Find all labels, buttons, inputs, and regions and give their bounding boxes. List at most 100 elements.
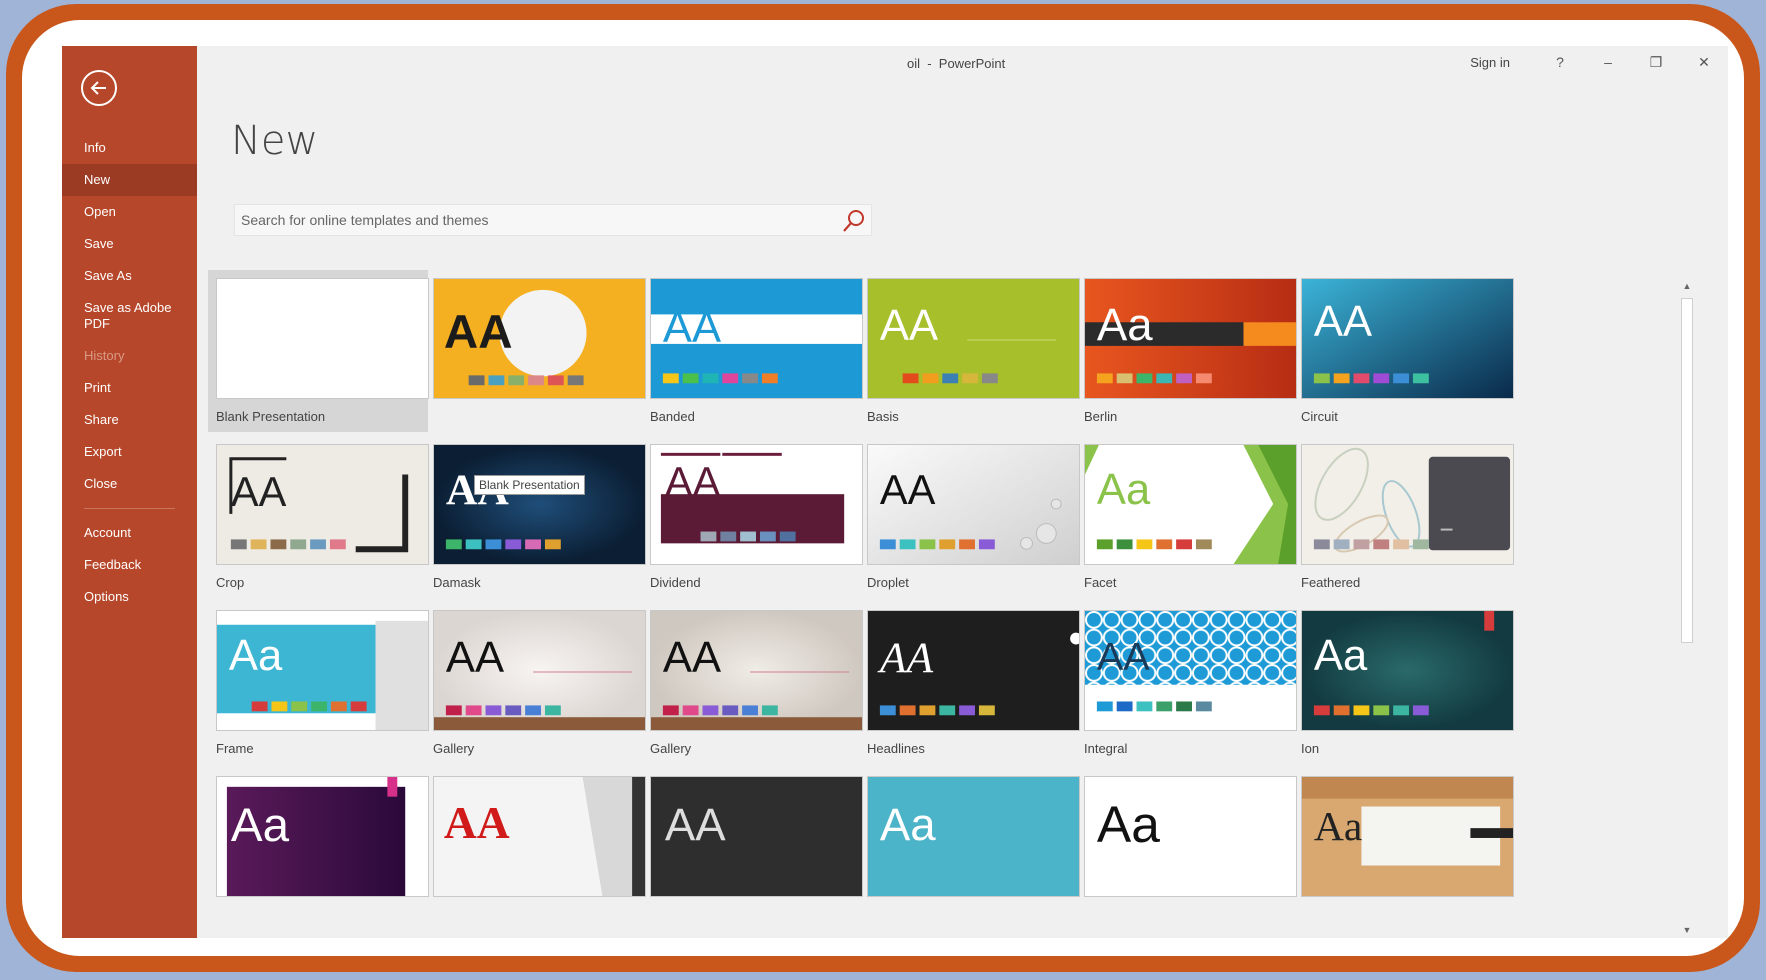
thumb-text: AA [665, 458, 721, 505]
search-input[interactable] [235, 205, 837, 235]
template-facet[interactable]: Aa Facet [1076, 436, 1297, 598]
template-thumbnail: AA [433, 278, 646, 399]
template-frame[interactable]: Aa Frame [208, 602, 429, 764]
template-label: Gallery [433, 741, 475, 756]
template-label: Berlin [1084, 409, 1118, 424]
template-feathered[interactable]: Feathered [1293, 436, 1514, 598]
back-arrow-icon [90, 81, 106, 95]
back-button[interactable] [81, 70, 117, 106]
template-crop[interactable]: AA Crop [208, 436, 429, 598]
template-label: Blank Presentation [216, 409, 326, 424]
template-blank-presentation[interactable]: Blank Presentation [208, 270, 429, 432]
template-row4-4[interactable]: Aa [859, 768, 1080, 930]
template-thumbnail: AA [867, 444, 1080, 565]
template-damask[interactable]: AA Damask [425, 436, 646, 598]
template-thumbnail: AA [1084, 610, 1297, 731]
nav-history: History [84, 348, 125, 363]
search-button[interactable] [839, 207, 869, 235]
template-dividend[interactable]: AA Dividend [642, 436, 863, 598]
template-thumbnail: Aa [1084, 444, 1297, 565]
page-title: New [231, 118, 319, 164]
template-thumbnail: AA [433, 444, 646, 565]
template-label: Gallery [650, 741, 692, 756]
window-title: oil - PowerPoint [907, 56, 1006, 71]
backstage-sidebar: Info New Open Save Save As Save as Adobe… [62, 46, 197, 938]
template-row4-3[interactable]: AA [642, 768, 863, 930]
scrollbar-thumb[interactable] [1681, 298, 1693, 643]
template-thumbnail: AA [650, 278, 863, 399]
template-thumbnail: AA [650, 776, 863, 897]
backstage-nav: Info New Open Save Save As Save as Adobe… [62, 132, 197, 613]
nav-open[interactable]: Open [62, 196, 197, 228]
scroll-up-arrow-icon[interactable]: ▲ [1679, 278, 1695, 294]
template-thumbnail: AA [867, 610, 1080, 731]
template-label: Crop [216, 575, 245, 590]
close-window-button[interactable]: ✕ [1680, 46, 1728, 78]
powerpoint-window: Info New Open Save Save As Save as Adobe… [62, 46, 1728, 938]
nav-print[interactable]: Print [62, 372, 197, 404]
template-thumbnail: AA [650, 444, 863, 565]
nav-close[interactable]: Close [62, 468, 197, 500]
thumb-text: AA [231, 468, 287, 515]
nav-share[interactable]: Share [62, 404, 197, 436]
thumb-text: AA [880, 466, 936, 513]
thumb-text: Aa [880, 799, 936, 850]
nav-save[interactable]: Save [62, 228, 197, 260]
template-thumbnail [1301, 444, 1514, 565]
template-label: Feathered [1301, 575, 1361, 590]
thumb-text: AA [446, 634, 504, 682]
nav-info[interactable]: Info [62, 132, 197, 164]
template-label: Basis [867, 409, 899, 424]
nav-options[interactable]: Options [62, 581, 197, 613]
thumb-text: Aa [1314, 803, 1363, 849]
nav-save-as[interactable]: Save As [62, 260, 197, 292]
template-gallery-2[interactable]: AA Gallery [642, 602, 863, 764]
template-thumbnail: AA [867, 278, 1080, 399]
template-label: Integral [1084, 741, 1128, 756]
scroll-down-arrow-icon[interactable]: ▼ [1679, 922, 1695, 938]
template-headlines[interactable]: AA Headlines [859, 602, 1080, 764]
template-thumbnail: AA [216, 444, 429, 565]
thumb-text: AA [1314, 298, 1372, 346]
thumb-text: AA [663, 634, 721, 682]
thumb-text: AA [1097, 635, 1151, 679]
template-thumbnail: Aa [1301, 776, 1514, 897]
nav-save-as-adobe-pdf[interactable]: Save as Adobe PDF [62, 292, 197, 340]
template-row4-5[interactable]: Aa [1076, 768, 1297, 930]
nav-feedback[interactable]: Feedback [62, 549, 197, 581]
help-button[interactable]: ? [1536, 46, 1584, 78]
template-row4-1[interactable]: Aa [208, 768, 429, 930]
template-circuit[interactable]: AA Circuit [1293, 270, 1514, 432]
template-2[interactable]: AA [425, 270, 646, 432]
sign-in-link[interactable]: Sign in [1470, 55, 1510, 70]
template-label: Damask [433, 575, 481, 590]
template-basis[interactable]: AA Basis [859, 270, 1080, 432]
nav-export[interactable]: Export [62, 436, 197, 468]
template-droplet[interactable]: AA Droplet [859, 436, 1080, 598]
thumb-text: Aa [231, 799, 290, 852]
template-ion[interactable]: Aa Ion [1293, 602, 1514, 764]
minimize-button[interactable]: – [1584, 46, 1632, 78]
gallery-scrollbar[interactable]: ▲ ▼ [1679, 278, 1695, 938]
template-label: Ion [1301, 741, 1320, 756]
template-thumbnail [216, 278, 429, 399]
template-row4-6[interactable]: Aa [1293, 768, 1514, 930]
template-thumbnail: AA [433, 776, 646, 897]
thumb-text: AA [444, 306, 513, 359]
template-label: Droplet [867, 575, 909, 590]
restore-button[interactable]: ❐ [1632, 46, 1680, 78]
template-gallery-1[interactable]: AA Gallery [425, 602, 646, 764]
nav-account[interactable]: Account [62, 517, 197, 549]
template-banded[interactable]: AA Banded [642, 270, 863, 432]
title-bar-controls: Sign in ? – ❐ ✕ [1470, 46, 1728, 78]
template-integral[interactable]: AA Integral [1076, 602, 1297, 764]
template-berlin[interactable]: Aa Berlin [1076, 270, 1297, 432]
nav-divider [84, 508, 175, 509]
thumb-text: Aa [1314, 632, 1368, 680]
template-thumbnail: AA [1301, 278, 1514, 399]
nav-new[interactable]: New [62, 164, 197, 196]
thumb-text: AA [444, 798, 510, 848]
template-row4-2[interactable]: AA [425, 768, 646, 930]
template-label: Banded [650, 409, 695, 424]
template-thumbnail: Aa [216, 776, 429, 897]
